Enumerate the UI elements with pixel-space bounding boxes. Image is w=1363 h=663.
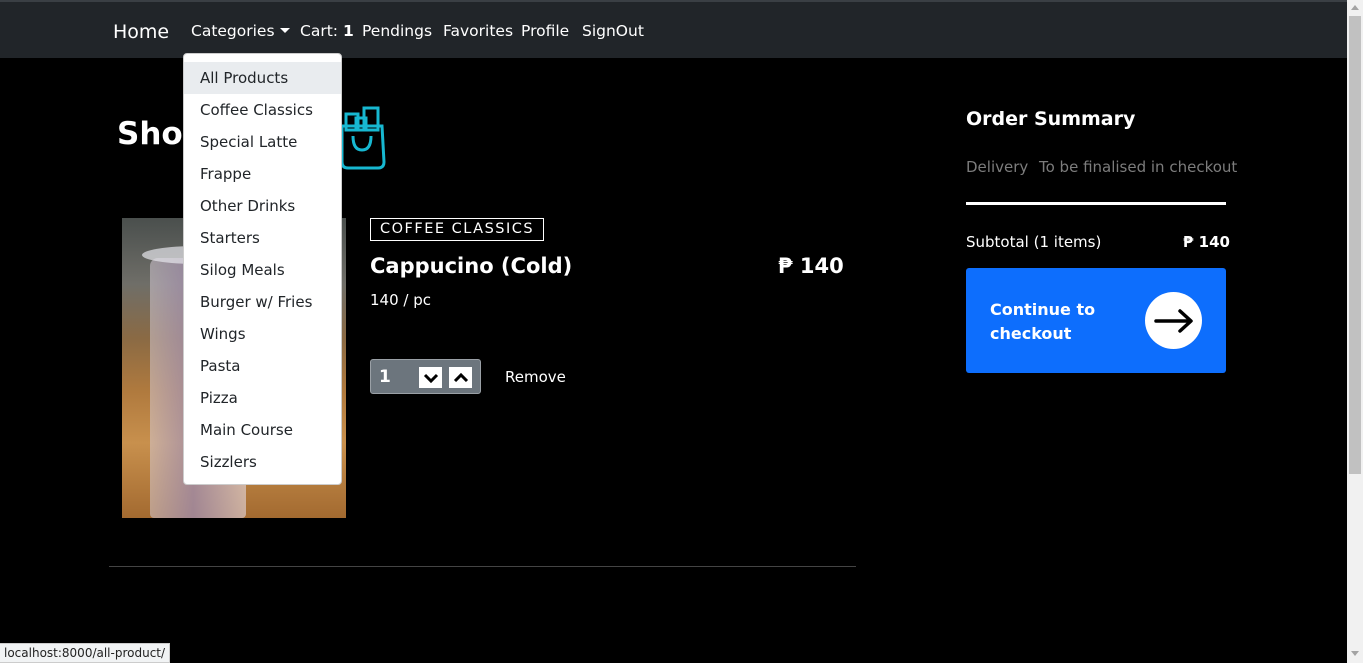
page-scrollbar[interactable] <box>1347 0 1363 663</box>
dropdown-item-frappe[interactable]: Frappe <box>184 158 341 190</box>
category-badge: COFFEE CLASSICS <box>370 218 545 241</box>
nav-cart-link[interactable]: Cart: 1 <box>300 22 354 40</box>
quantity-value[interactable]: 1 <box>379 367 391 387</box>
checkout-arrow-circle[interactable] <box>1145 292 1202 349</box>
summary-divider <box>966 202 1226 205</box>
dropdown-item-sizzlers[interactable]: Sizzlers <box>184 446 341 478</box>
delivery-label: Delivery <box>966 158 1029 176</box>
quantity-stepper[interactable]: 1 <box>370 359 481 394</box>
dropdown-item-wings[interactable]: Wings <box>184 318 341 350</box>
nav-profile-link[interactable]: Profile <box>521 22 569 40</box>
dropdown-item-special-latte[interactable]: Special Latte <box>184 126 341 158</box>
nav-home-link[interactable]: Home <box>113 21 169 43</box>
browser-status-bar: localhost:8000/all-product/ <box>0 643 171 663</box>
scroll-up-icon[interactable] <box>1351 5 1359 10</box>
nav-signout-link[interactable]: SignOut <box>582 22 644 40</box>
dropdown-item-other-drinks[interactable]: Other Drinks <box>184 190 341 222</box>
scroll-down-icon[interactable] <box>1351 651 1359 656</box>
dropdown-item-starters[interactable]: Starters <box>184 222 341 254</box>
nav-favorites-link[interactable]: Favorites <box>443 22 513 40</box>
dropdown-item-main-course[interactable]: Main Course <box>184 414 341 446</box>
shopping-bag-icon <box>340 106 386 170</box>
delivery-value: To be finalised in checkout <box>1039 158 1238 176</box>
dropdown-item-silog-meals[interactable]: Silog Meals <box>184 254 341 286</box>
nav-categories-dropdown[interactable]: Categories <box>191 22 290 40</box>
dropdown-item-all-products[interactable]: All Products <box>184 62 341 94</box>
nav-cart-label: Cart: <box>300 22 338 40</box>
caret-down-icon <box>279 28 290 33</box>
order-summary-title: Order Summary <box>966 108 1136 130</box>
nav-pendings-link[interactable]: Pendings <box>362 22 432 40</box>
divider <box>109 566 856 567</box>
quantity-decrease-button[interactable] <box>419 367 442 388</box>
cart-count-badge: 1 <box>342 22 354 40</box>
nav-categories-label: Categories <box>191 22 275 40</box>
dropdown-item-burger-fries[interactable]: Burger w/ Fries <box>184 286 341 318</box>
quantity-increase-button[interactable] <box>449 367 472 388</box>
product-unit-price: 140 / pc <box>370 291 431 309</box>
checkout-button-label: Continue to checkout <box>990 300 1096 343</box>
navbar: Home Categories Cart: 1 Pendings Favorit… <box>0 0 1347 58</box>
subtotal-label: Subtotal (1 items) <box>966 233 1102 251</box>
product-price: ₱ 140 <box>778 254 844 278</box>
dropdown-item-coffee-classics[interactable]: Coffee Classics <box>184 94 341 126</box>
categories-dropdown-menu: All Products Coffee Classics Special Lat… <box>183 53 342 485</box>
remove-button[interactable]: Remove <box>505 368 566 386</box>
product-name: Cappucino (Cold) <box>370 254 573 278</box>
scrollbar-thumb[interactable] <box>1349 16 1361 474</box>
chevron-up-icon <box>453 372 468 382</box>
arrow-right-icon <box>1153 308 1193 333</box>
checkout-button[interactable]: Continue to checkout <box>966 268 1226 373</box>
dropdown-item-pizza[interactable]: Pizza <box>184 382 341 414</box>
subtotal-value: ₱ 140 <box>1183 233 1230 251</box>
chevron-down-icon <box>423 373 438 383</box>
dropdown-item-pasta[interactable]: Pasta <box>184 350 341 382</box>
